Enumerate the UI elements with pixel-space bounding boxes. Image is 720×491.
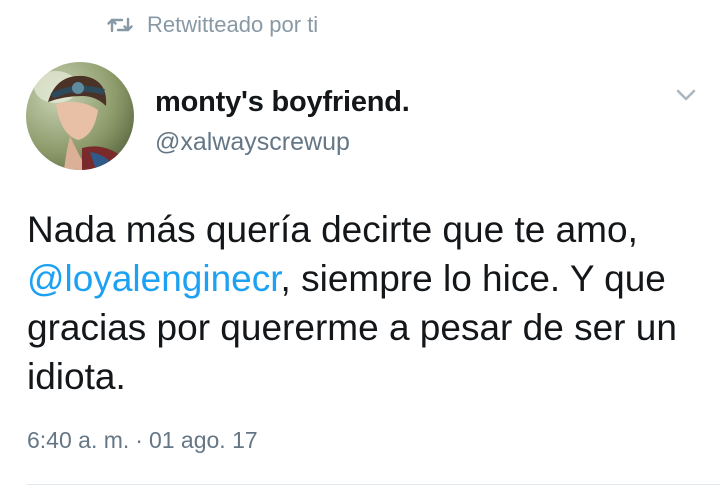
tweet-text-start: Nada más quería decirte que te amo, [27,209,638,250]
tweet-card[interactable]: Retwitteado por ti monty's boyfriend. @x… [0,0,720,491]
author-handle[interactable]: @xalwayscrewup [155,128,350,157]
retweet-context: Retwitteado por ti [107,12,318,38]
tweet-timestamp[interactable]: 6:40 a. m. · 01 ago. 17 [27,427,258,454]
tweet-text: Nada más quería decirte que te amo, @loy… [27,205,707,401]
divider [27,484,720,485]
tweet-time: 6:40 a. m. [27,427,130,453]
retweet-icon [107,15,133,35]
retweet-label: Retwitteado por ti [147,12,319,37]
tweet-date: 01 ago. 17 [148,427,258,453]
meta-separator: · [135,427,143,453]
avatar[interactable] [26,62,134,170]
mention-link[interactable]: @loyalenginecr [27,258,281,299]
chevron-down-icon[interactable] [672,84,700,106]
author-display-name[interactable]: monty's boyfriend. [155,86,410,119]
